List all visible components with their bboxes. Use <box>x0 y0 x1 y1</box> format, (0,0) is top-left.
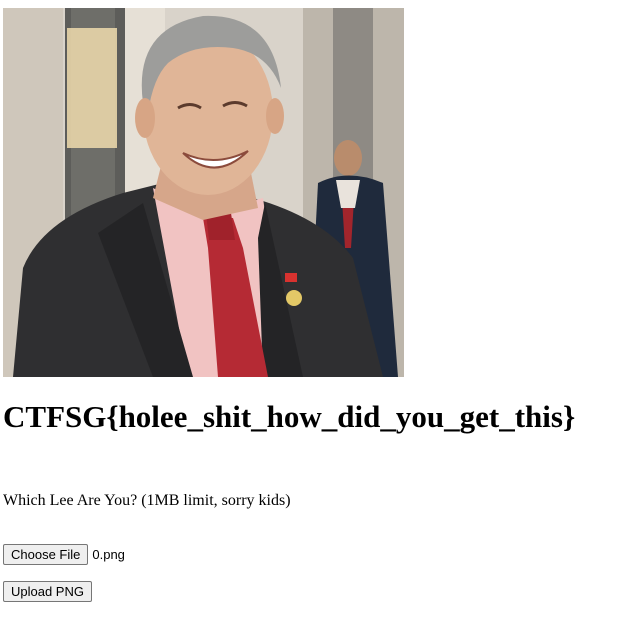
portrait-photo <box>3 8 404 377</box>
upload-prompt: Which Lee Are You? (1MB limit, sorry kid… <box>3 492 291 509</box>
choose-file-button[interactable]: Choose File <box>3 544 89 565</box>
upload-row: Upload PNG <box>3 581 92 602</box>
file-input[interactable]: Choose File 0.png <box>3 544 125 565</box>
portrait-illustration <box>3 8 404 377</box>
flag-heading: CTFSG{holee_shit_how_did_you_get_this} <box>3 399 576 434</box>
page: CTFSG{holee_shit_how_did_you_get_this} W… <box>0 0 619 620</box>
upload-png-button[interactable]: Upload PNG <box>3 581 92 602</box>
selected-file-name: 0.png <box>92 547 125 562</box>
